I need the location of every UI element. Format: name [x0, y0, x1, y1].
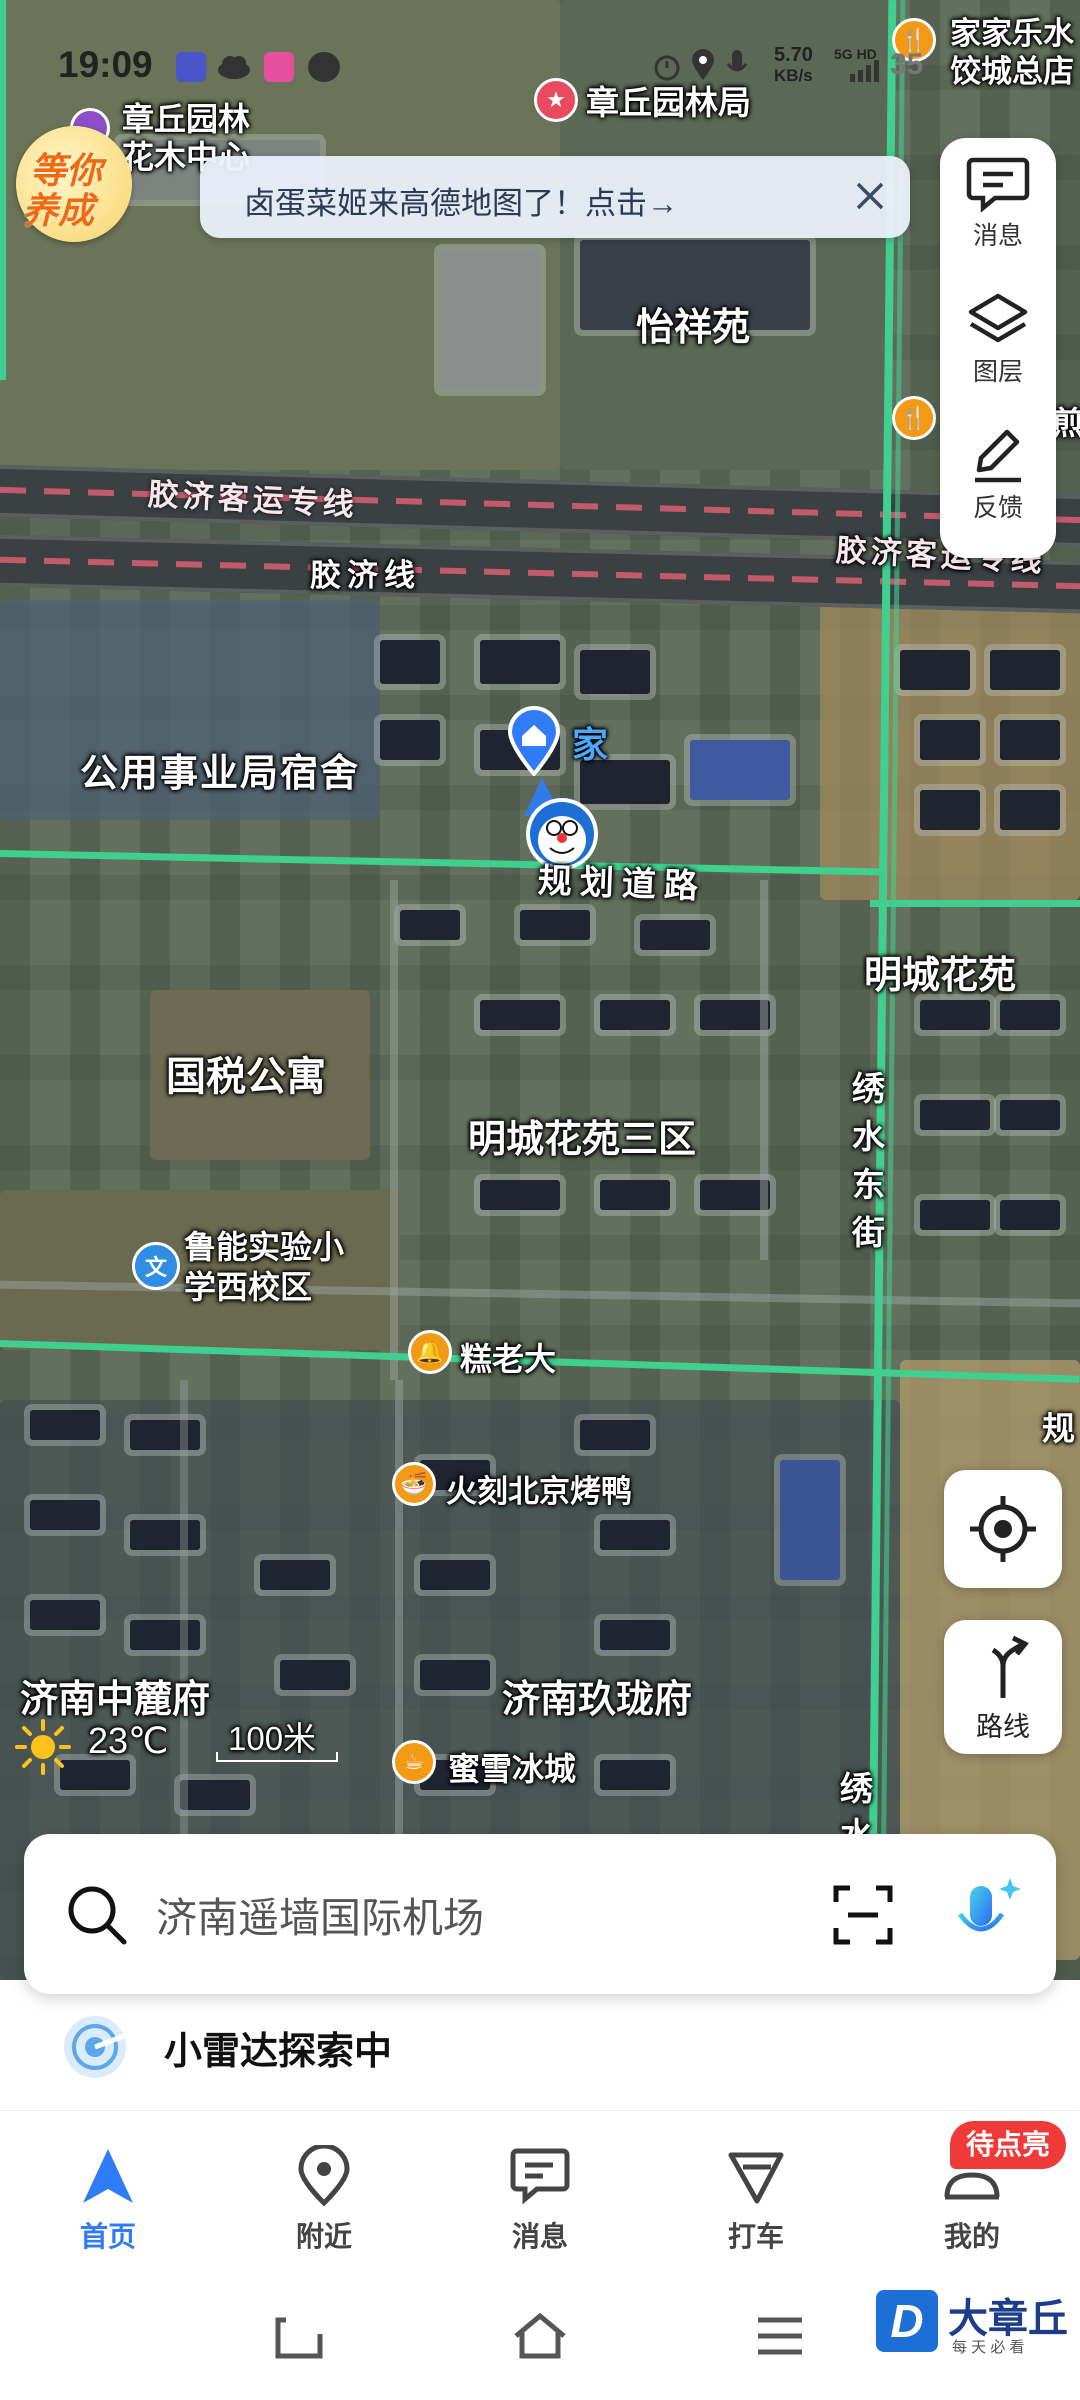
- scan-icon[interactable]: [832, 1884, 894, 1946]
- layers-tool-button[interactable]: 图层: [940, 280, 1056, 410]
- route-button[interactable]: 路线: [944, 1620, 1062, 1754]
- radar-row[interactable]: 小雷达探索中: [0, 1996, 1080, 2096]
- home-pin-icon[interactable]: [506, 706, 562, 776]
- locate-me-button[interactable]: [944, 1470, 1062, 1588]
- message-icon: [510, 2148, 570, 2205]
- promo-badge[interactable]: 等你 养成: [16, 126, 132, 242]
- layers-icon: [968, 293, 1028, 343]
- route-arrow-icon: [991, 1635, 1029, 1698]
- messages-tool-label: 消息: [972, 222, 1023, 250]
- signal-strength-icon: [850, 60, 879, 82]
- poi-label[interactable]: 蜜雪冰城: [448, 1744, 576, 1790]
- location-status-icon: [692, 49, 714, 80]
- area-label: 明城花苑: [864, 955, 1017, 997]
- area-label: 怡祥苑: [636, 307, 751, 349]
- status-badge[interactable]: 待点亮: [950, 2121, 1066, 2169]
- app-notification-icon: [176, 52, 206, 82]
- microphone-status-icon: [726, 50, 748, 72]
- watermark-slogan: 每 天 必 看: [952, 2339, 1025, 2356]
- radar-status-text: 小雷达探索中: [164, 2031, 393, 2073]
- search-input[interactable]: 济南遥墙国际机场: [156, 1884, 484, 1944]
- scale-bar: [216, 1752, 338, 1762]
- road-label: 绣: [852, 1070, 885, 1107]
- area-label: 明城花苑三区: [468, 1119, 697, 1161]
- promo-banner[interactable]: 卤蛋菜姬来高德地图了！点击→: [200, 156, 910, 238]
- message-icon: [966, 157, 1030, 213]
- banner-text[interactable]: 卤蛋菜姬来高德地图了！点击→: [244, 178, 678, 223]
- map-view[interactable]: ★ 章丘园林局 章丘园林 花木中心 🍴 家家乐水 饺城总店 怡祥苑 🍴 煎 胶济…: [0, 0, 1080, 1980]
- tab-label: 打车: [727, 2221, 784, 2252]
- status-bar: 19:09 5.70 KB/s 5G HD 35: [0, 0, 1080, 110]
- route-label: 路线: [976, 1712, 1030, 1742]
- map-tool-panel: 消息 图层 反馈: [940, 138, 1056, 558]
- road-label: 街: [852, 1214, 885, 1251]
- clock: 19:09: [58, 44, 153, 85]
- promo-text: 养成: [22, 190, 95, 231]
- poi-label[interactable]: 煎: [1052, 398, 1080, 444]
- crosshair-icon: [970, 1496, 1036, 1562]
- net-unit: KB/s: [774, 66, 813, 85]
- road-label: 水: [852, 1118, 885, 1155]
- feedback-tool-label: 反馈: [972, 494, 1023, 522]
- search-bar[interactable]: 济南遥墙国际机场: [24, 1834, 1056, 1994]
- tab-home[interactable]: 首页: [38, 2145, 178, 2255]
- poi-label[interactable]: 糕老大: [460, 1334, 556, 1380]
- system-nav-bar: D 大章丘 每 天 必 看: [0, 2280, 1080, 2400]
- search-icon: [68, 1886, 127, 1945]
- menu-icon[interactable]: [752, 2314, 808, 2358]
- tab-messages[interactable]: 消息: [470, 2145, 610, 2255]
- road-label: 绣: [840, 1770, 873, 1807]
- voice-mic-icon[interactable]: [944, 1872, 1030, 1958]
- area-label: 济南玖珑府: [502, 1679, 693, 1721]
- road-label: 规: [1042, 1410, 1075, 1447]
- bottom-tab-bar: 首页 附近 消息 打车 我的 待点亮: [0, 2110, 1080, 2281]
- feedback-tool-button[interactable]: 反馈: [940, 416, 1056, 546]
- radar-icon: [64, 2016, 126, 2078]
- tab-taxi[interactable]: 打车: [686, 2145, 826, 2255]
- watermark-logo: D: [876, 2290, 938, 2352]
- tab-label: 我的: [943, 2221, 1000, 2252]
- drink-shop-icon[interactable]: ☕: [392, 1740, 436, 1784]
- poi-label[interactable]: 学西校区: [184, 1262, 312, 1308]
- chat-bubble-icon: [308, 52, 340, 82]
- area-label: 公用事业局宿舍: [80, 753, 361, 795]
- tab-nearby[interactable]: 附近: [254, 2145, 394, 2255]
- layers-tool-label: 图层: [972, 358, 1023, 386]
- bakery-icon[interactable]: 🔔: [408, 1330, 452, 1374]
- alarm-icon: [654, 55, 680, 81]
- tab-label: 首页: [79, 2221, 136, 2252]
- school-icon[interactable]: 文: [132, 1242, 180, 1290]
- home-nav-icon[interactable]: [510, 2310, 570, 2362]
- battery-level: 35: [890, 48, 924, 81]
- road-label: 东: [852, 1166, 885, 1203]
- rail-label: 胶济线: [310, 558, 421, 593]
- area-label: 国税公寓: [166, 1055, 326, 1099]
- net-speed: 5.70: [774, 44, 813, 66]
- sun-weather-icon: [15, 1719, 71, 1775]
- tab-label: 附近: [295, 2221, 352, 2252]
- area-label: 济南中麓府: [20, 1679, 211, 1721]
- restaurant-icon[interactable]: 🍴: [892, 396, 936, 440]
- back-icon[interactable]: [272, 2314, 326, 2362]
- home-label[interactable]: 家: [572, 716, 608, 768]
- app-notification-icon: [264, 52, 294, 82]
- temperature-label: 23℃: [88, 1720, 169, 1761]
- messages-tool-button[interactable]: 消息: [940, 144, 1056, 274]
- poi-label[interactable]: 火刻北京烤鸭: [446, 1466, 632, 1511]
- taxi-flag-icon: [728, 2152, 784, 2204]
- restaurant-icon[interactable]: 🍜: [392, 1462, 436, 1506]
- close-icon[interactable]: [848, 174, 892, 218]
- navigation-arrow-icon: [83, 2149, 133, 2203]
- tab-label: 消息: [511, 2221, 568, 2252]
- cloud-icon: [218, 56, 250, 79]
- edit-pencil-icon: [975, 429, 1021, 483]
- road-label: 规划道路: [537, 862, 707, 906]
- location-pin-icon: [298, 2145, 350, 2207]
